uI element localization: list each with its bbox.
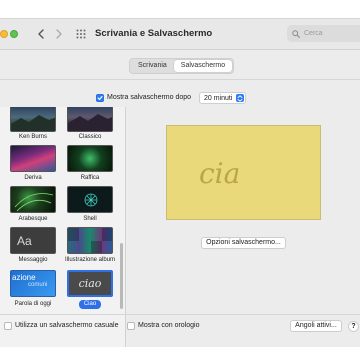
label-illustrazione-album: Illustrazione album (64, 257, 116, 263)
window-title: Scrivania e Salvaschermo (95, 28, 213, 39)
thumbnail-shell[interactable] (67, 186, 113, 213)
thumbnail-arabesque[interactable] (10, 186, 56, 213)
hot-corners-button[interactable]: Angoli attivi... (290, 320, 342, 332)
show-clock-label: Mostra con orologio (138, 322, 200, 329)
zoom-button[interactable] (10, 30, 18, 38)
show-after-checkbox[interactable] (96, 94, 104, 102)
thumbnail-illustrazione-album[interactable] (67, 227, 113, 254)
tab-scrivania[interactable]: Scrivania (131, 60, 174, 72)
preferences-content: Scrivania Salvaschermo Mostra salvascher… (0, 50, 360, 347)
tab-bar: Scrivania Salvaschermo (129, 58, 235, 74)
divider (0, 79, 360, 80)
screensaver-preview: cia (166, 125, 321, 220)
thumbnail-parola-di-oggi[interactable]: azione comuni (10, 270, 56, 297)
show-all-button[interactable] (74, 27, 88, 41)
show-clock-checkbox[interactable] (127, 322, 135, 330)
thumbnail-deriva[interactable] (10, 145, 56, 172)
random-screensaver-label: Utilizza un salvaschermo casuale (15, 322, 119, 329)
preview-graphic: cia (199, 157, 240, 190)
ciao-thumb-text: ciao (78, 277, 102, 290)
label-arabesque: Arabesque (18, 216, 48, 222)
label-deriva: Deriva (24, 175, 42, 181)
back-button[interactable] (34, 26, 48, 42)
thumbnail-classico[interactable] (67, 107, 113, 132)
delay-select[interactable]: 20 minuti (199, 92, 246, 104)
screensaver-list[interactable]: Ken Burns Classico Deriva Raffica Arabes… (0, 107, 126, 347)
title-bar: Scrivania e Salvaschermo Cerca (0, 19, 360, 50)
screensaver-options-button[interactable]: Opzioni salvaschermo... (201, 237, 286, 249)
checkmark-icon (97, 95, 103, 101)
thumbnail-ken-burns[interactable] (10, 107, 56, 132)
forward-button[interactable] (52, 26, 66, 42)
label-raffica: Raffica (80, 175, 100, 181)
thumbnail-ciao[interactable]: ciao (67, 270, 113, 297)
chevron-left-icon (38, 29, 44, 39)
help-button[interactable]: ? (348, 321, 359, 332)
grid-icon (76, 29, 86, 39)
search-field[interactable]: Cerca (287, 25, 360, 42)
parola-thumb-line2: comuni (28, 282, 48, 288)
divider (0, 314, 360, 315)
thumbnail-messaggio[interactable]: Aa (10, 227, 56, 254)
search-icon (292, 29, 300, 38)
system-preferences-window: Scrivania e Salvaschermo Cerca Scrivania… (0, 18, 360, 347)
parola-thumb-line1: azione (12, 273, 36, 282)
search-placeholder: Cerca (304, 30, 323, 37)
show-after-label: Mostra salvaschermo dopo (107, 94, 192, 101)
label-classico: Classico (78, 134, 102, 140)
delay-value: 20 minuti (204, 94, 233, 102)
chevron-right-icon (56, 29, 62, 39)
preview-text: cia (199, 157, 240, 190)
preview-panel: cia Opzioni salvaschermo... (126, 107, 360, 347)
minimize-button[interactable] (0, 30, 8, 38)
label-ken-burns: Ken Burns (18, 134, 48, 140)
sidebar-scrollbar[interactable] (120, 243, 123, 309)
label-messaggio: Messaggio (18, 257, 48, 263)
label-shell: Shell (83, 216, 97, 222)
label-parola-di-oggi: Parola di oggi (14, 301, 52, 307)
label-ciao: Ciao (79, 300, 101, 309)
messaggio-thumb-text: Aa (17, 233, 32, 248)
random-screensaver-checkbox[interactable] (4, 322, 12, 330)
tab-salvaschermo[interactable]: Salvaschermo (173, 60, 233, 72)
thumbnail-raffica[interactable] (67, 145, 113, 172)
updown-chevron-icon (236, 94, 244, 102)
